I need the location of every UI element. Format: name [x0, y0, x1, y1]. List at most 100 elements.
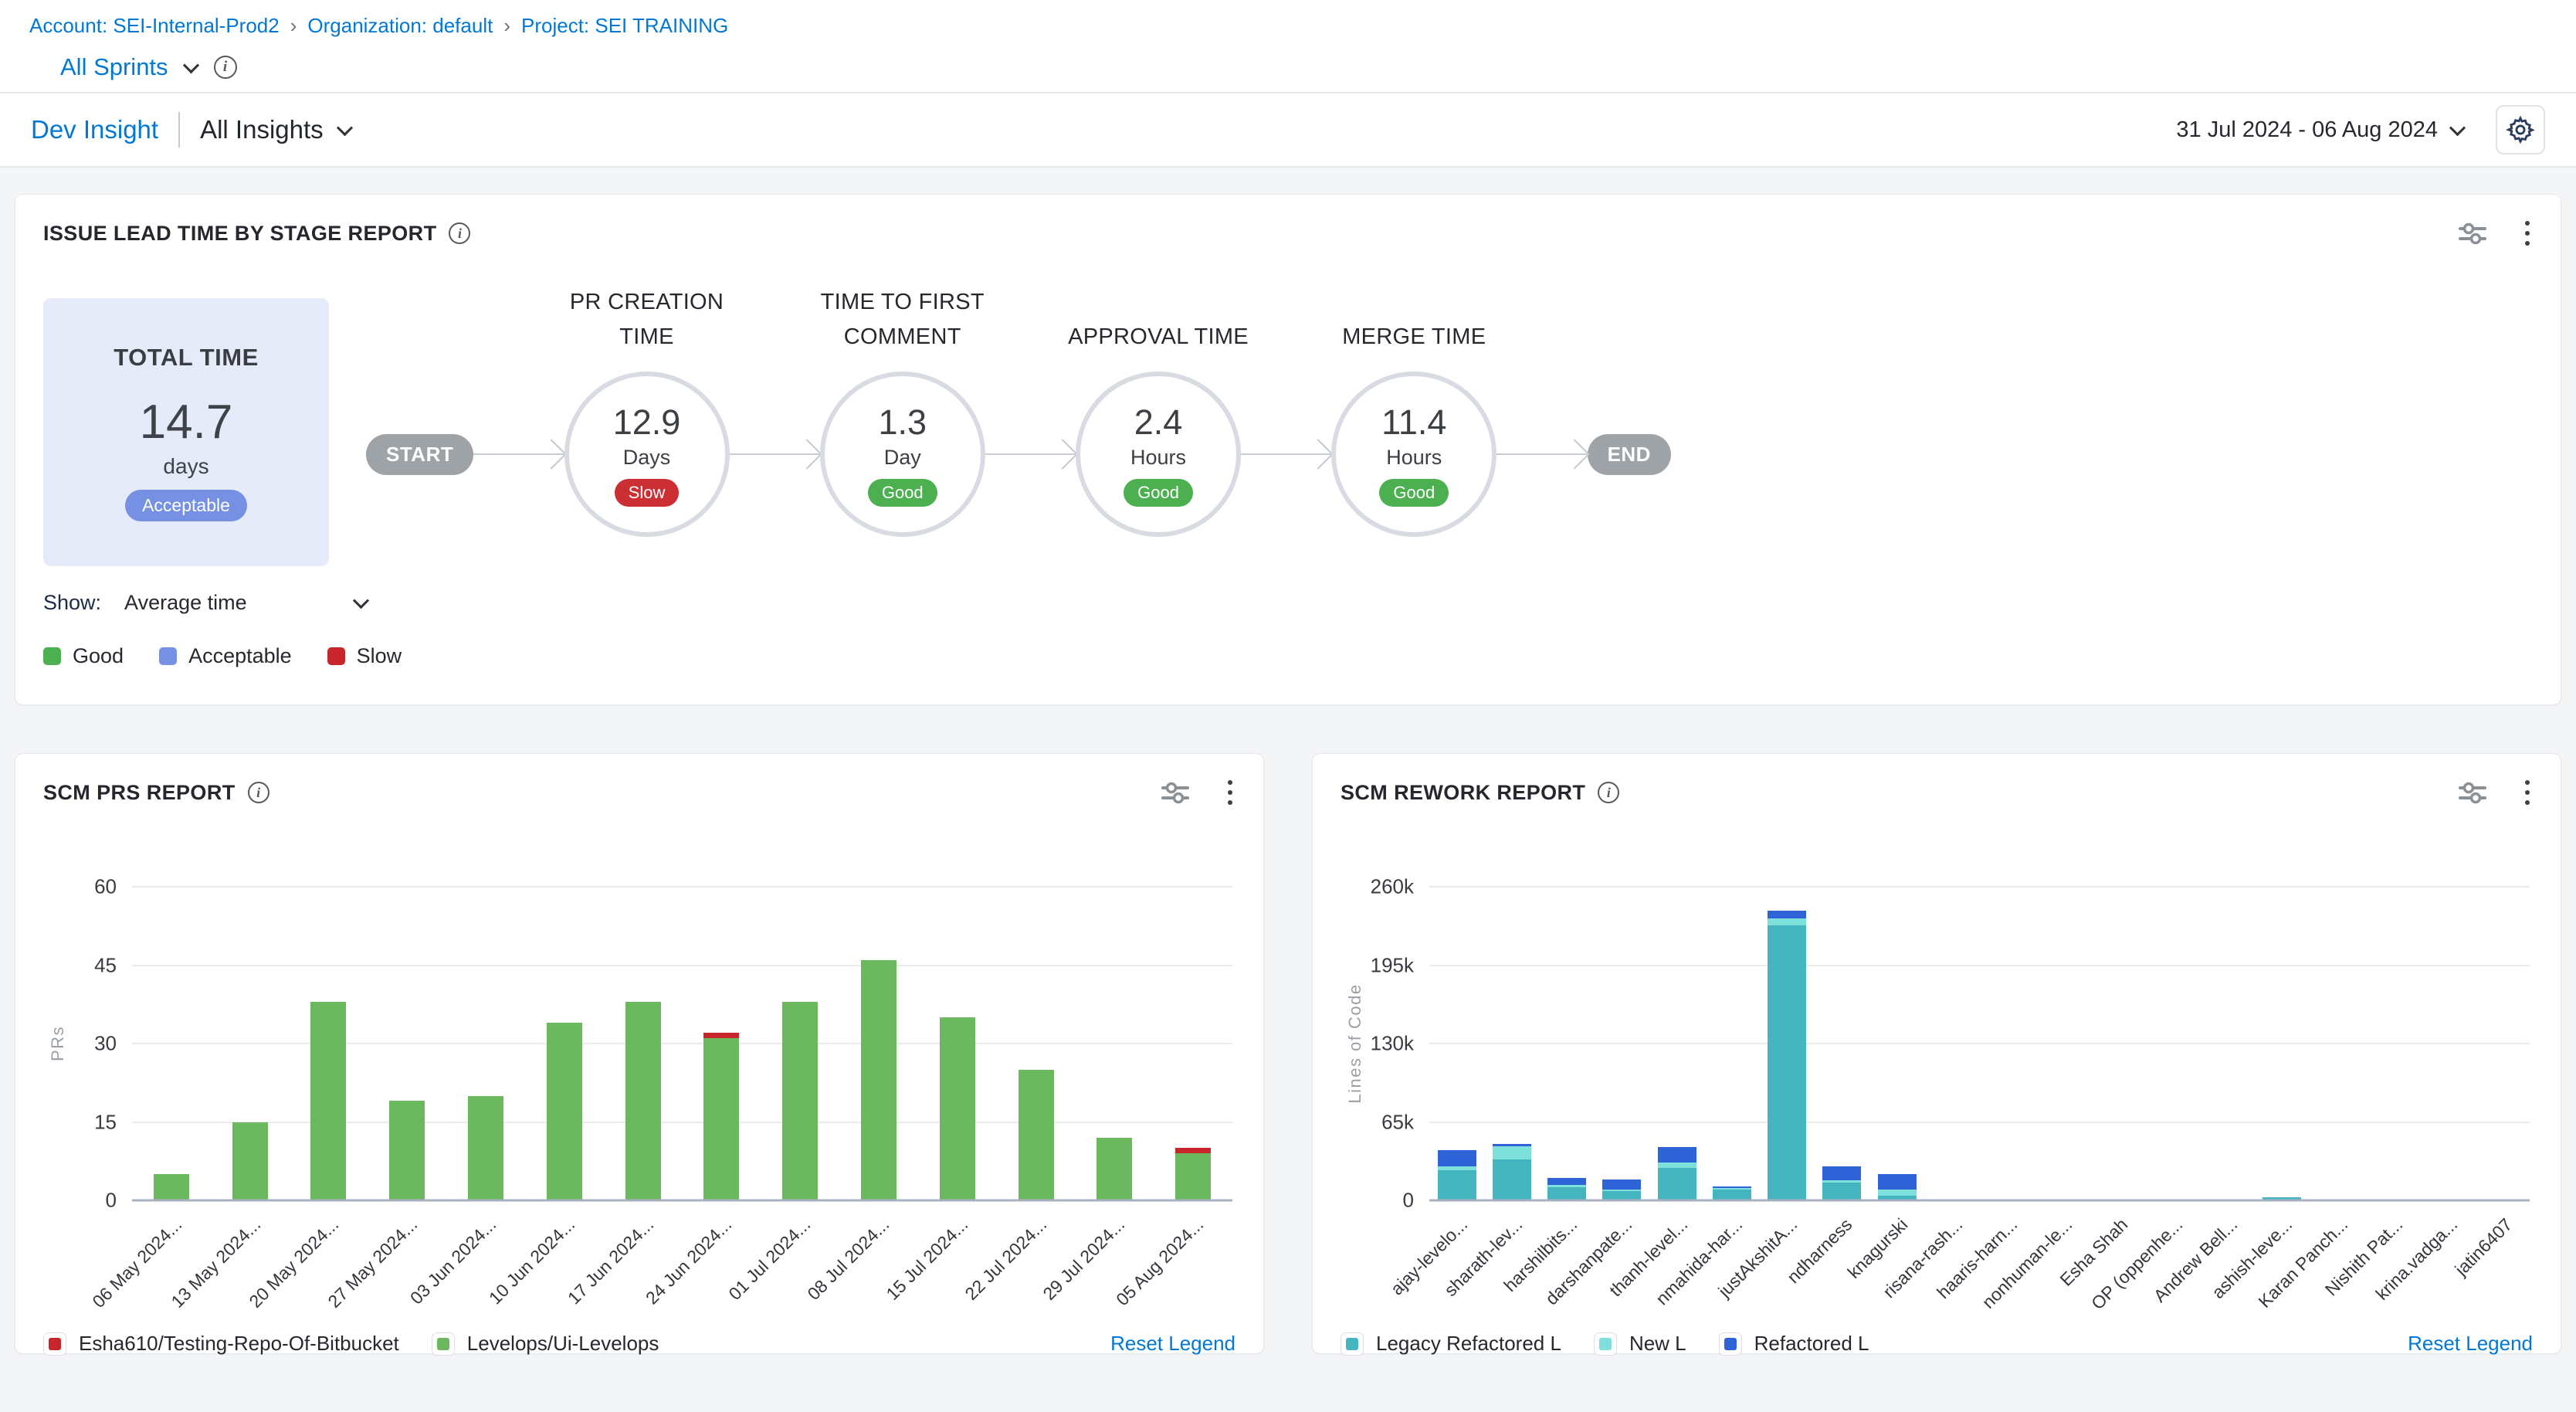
- legend-item: Good: [43, 644, 124, 668]
- bar[interactable]: [1175, 1148, 1211, 1200]
- show-dropdown[interactable]: Average time: [124, 591, 247, 615]
- legend-label: Acceptable: [188, 644, 292, 668]
- stage-approval-time[interactable]: APPROVAL TIME 2.4 Hours Good: [1076, 372, 1241, 537]
- y-tick-label: 45: [94, 953, 117, 977]
- filter-sliders-icon[interactable]: [1161, 781, 1189, 804]
- legend-swatch: [1341, 1332, 1364, 1356]
- bar-segment: [1493, 1146, 1531, 1159]
- filter-sliders-icon[interactable]: [2459, 781, 2486, 804]
- legend-item[interactable]: Esha610/Testing-Repo-Of-Bitbucket: [43, 1332, 399, 1356]
- bar[interactable]: [1493, 1144, 1531, 1200]
- date-range-picker[interactable]: 31 Jul 2024 - 06 Aug 2024: [2176, 117, 2463, 143]
- dashboard-body: ISSUE LEAD TIME BY STAGE REPORT i TOTAL …: [0, 168, 2576, 1354]
- gridline: [1429, 1043, 2530, 1044]
- filter-sliders-icon[interactable]: [2459, 222, 2486, 245]
- chevron-down-icon[interactable]: [337, 120, 353, 136]
- top-bar: Account: SEI-Internal-Prod2 › Organizati…: [0, 0, 2576, 93]
- stage-label: PR CREATION TIME: [543, 285, 751, 355]
- info-icon[interactable]: i: [449, 222, 470, 244]
- stage-unit: Hours: [1386, 446, 1442, 470]
- legend-item[interactable]: Refactored L: [1719, 1332, 1869, 1356]
- bar-segment: [1602, 1179, 1641, 1189]
- breadcrumb-organization[interactable]: Organization: default: [307, 14, 493, 38]
- stage-time-to-first-comment[interactable]: TIME TO FIRST COMMENT 1.3 Day Good: [820, 372, 985, 537]
- scm-rework-legend: Legacy Refactored L New L Refactored L Res…: [1313, 1332, 2561, 1377]
- legend-swatch: [327, 647, 345, 665]
- bar[interactable]: [1878, 1174, 1917, 1200]
- info-icon[interactable]: i: [1598, 782, 1619, 803]
- gridline: [132, 886, 1232, 888]
- insight-name[interactable]: Dev Insight: [31, 115, 158, 144]
- kebab-menu-icon[interactable]: [2522, 218, 2533, 249]
- bar-segment: [861, 960, 897, 1200]
- legend-item[interactable]: Legacy Refactored L: [1341, 1332, 1561, 1356]
- kebab-menu-icon[interactable]: [2522, 777, 2533, 808]
- total-time-value: 14.7: [140, 395, 233, 450]
- bar[interactable]: [940, 1017, 975, 1200]
- card-title: SCM REWORK REPORT: [1341, 781, 1585, 805]
- bar[interactable]: [232, 1122, 268, 1201]
- bar-segment: [703, 1038, 739, 1200]
- bar[interactable]: [703, 1033, 739, 1200]
- sprint-selector-label[interactable]: All Sprints: [60, 53, 168, 81]
- insights-dropdown[interactable]: All Insights: [200, 115, 351, 144]
- bar-segment: [1096, 1138, 1132, 1200]
- stage-pr-creation-time[interactable]: PR CREATION TIME 12.9 Days Slow: [564, 372, 730, 537]
- bar-segment: [782, 1002, 818, 1200]
- bar[interactable]: [1713, 1186, 1751, 1200]
- chevron-down-icon[interactable]: [182, 57, 198, 73]
- total-time-unit: days: [163, 454, 208, 479]
- info-icon[interactable]: i: [248, 782, 269, 803]
- bar[interactable]: [1096, 1138, 1132, 1200]
- bar[interactable]: [154, 1174, 189, 1200]
- bar-segment: [1768, 911, 1806, 918]
- stage-merge-time[interactable]: MERGE TIME 11.4 Hours Good: [1331, 372, 1496, 537]
- bar-segment: [468, 1096, 503, 1200]
- y-tick-label: 260k: [1371, 875, 1414, 899]
- bar-segment: [1547, 1178, 1586, 1185]
- bar[interactable]: [782, 1002, 818, 1200]
- bar[interactable]: [1768, 911, 1806, 1200]
- legend-label: Levelops/Ui-Levelops: [467, 1332, 659, 1356]
- chevron-down-icon[interactable]: [353, 592, 369, 609]
- breadcrumb-account[interactable]: Account: SEI-Internal-Prod2: [29, 14, 280, 38]
- chevron-down-icon[interactable]: [2449, 120, 2466, 136]
- bar[interactable]: [861, 960, 897, 1200]
- reset-legend-link[interactable]: Reset Legend: [2408, 1332, 2533, 1356]
- info-icon[interactable]: i: [214, 56, 237, 79]
- y-tick-label: 30: [94, 1032, 117, 1056]
- bar[interactable]: [1822, 1166, 1861, 1200]
- bar[interactable]: [1602, 1179, 1641, 1200]
- legend-swatch: [43, 1332, 66, 1356]
- legend-item[interactable]: New L: [1594, 1332, 1686, 1356]
- bar[interactable]: [1547, 1178, 1586, 1200]
- bar[interactable]: [1438, 1150, 1476, 1200]
- bar[interactable]: [625, 1002, 661, 1200]
- lead-time-legend: GoodAcceptableSlow: [15, 644, 2561, 668]
- bar-segment: [547, 1023, 582, 1200]
- sprint-selector[interactable]: All Sprints i: [0, 53, 2576, 81]
- bar-segment: [1658, 1147, 1696, 1163]
- breadcrumb-project[interactable]: Project: SEI TRAINING: [521, 14, 728, 38]
- settings-button[interactable]: [2496, 105, 2545, 154]
- date-range-label[interactable]: 31 Jul 2024 - 06 Aug 2024: [2176, 117, 2438, 143]
- insights-dropdown-label[interactable]: All Insights: [200, 115, 324, 144]
- stage-label: MERGE TIME: [1310, 320, 1518, 355]
- legend-label: New L: [1629, 1332, 1686, 1356]
- legend-item[interactable]: Levelops/Ui-Levelops: [432, 1332, 659, 1356]
- y-tick-label: 195k: [1371, 953, 1414, 977]
- stage-value: 12.9: [613, 402, 681, 443]
- bar[interactable]: [547, 1023, 582, 1200]
- bar[interactable]: [1019, 1070, 1054, 1200]
- bar[interactable]: [1658, 1147, 1696, 1200]
- status-badge: Good: [1124, 479, 1193, 507]
- bar[interactable]: [468, 1096, 503, 1200]
- legend-label: Legacy Refactored L: [1376, 1332, 1561, 1356]
- bar[interactable]: [389, 1101, 425, 1200]
- reset-legend-link[interactable]: Reset Legend: [1110, 1332, 1235, 1356]
- legend-swatch: [432, 1332, 455, 1356]
- bar[interactable]: [310, 1002, 346, 1200]
- kebab-menu-icon[interactable]: [1225, 777, 1235, 808]
- bar-segment: [1438, 1170, 1476, 1200]
- bar-segment: [1878, 1174, 1917, 1190]
